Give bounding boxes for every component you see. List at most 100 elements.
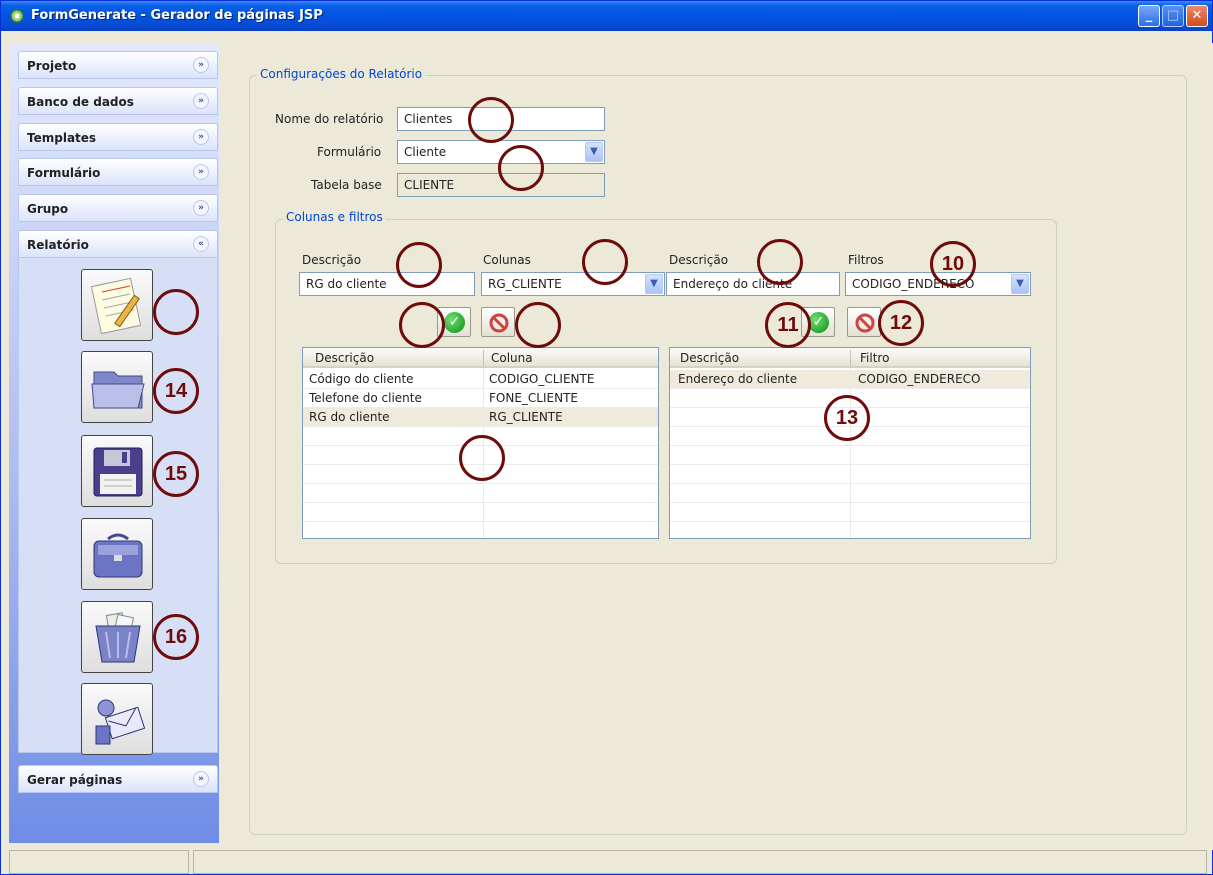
header-separator — [483, 350, 484, 366]
annotation-16: 16 — [153, 614, 199, 660]
minimize-icon: _ — [1145, 8, 1153, 23]
table-cell: CODIGO_CLIENTE — [489, 372, 595, 386]
window-title: FormGenerate - Gerador de páginas JSP — [31, 8, 323, 23]
annotation-15: 15 — [153, 451, 199, 497]
annotation-11: 11 — [765, 302, 811, 348]
chevron-down-icon[interactable]: ▼ — [585, 142, 603, 162]
gear-icon — [10, 9, 24, 23]
filter-desc-input[interactable]: Endereço do cliente — [666, 272, 840, 296]
close-icon: ✕ — [1191, 8, 1203, 23]
chevron-down-icon[interactable]: » — [193, 200, 209, 216]
form-select-value: Cliente — [404, 145, 447, 159]
annotation-circle — [582, 239, 628, 285]
column-header-descricao[interactable]: Descrição — [680, 351, 739, 365]
panel-banco-de-dados[interactable]: Banco de dados » — [18, 87, 218, 115]
floppy-save-icon — [93, 447, 143, 497]
close-button[interactable]: ✕ — [1186, 5, 1208, 27]
column-header-coluna[interactable]: Coluna — [491, 351, 533, 365]
folder-open-icon — [91, 371, 145, 409]
table-cell: RG do cliente — [309, 410, 390, 424]
main-panel: Configurações do Relatório Nome do relat… — [225, 43, 1213, 850]
filters-label: Filtros — [848, 253, 884, 267]
panel-label: Templates — [27, 131, 97, 145]
annotation-10: 10 — [930, 241, 976, 287]
table-cell: Telefone do cliente — [309, 391, 422, 405]
annotation-circle — [515, 302, 561, 348]
panel-label: Grupo — [27, 202, 69, 216]
table-row[interactable] — [670, 484, 1030, 503]
chevron-up-icon[interactable]: « — [193, 236, 209, 252]
table-cell: FONE_CLIENTE — [489, 391, 578, 405]
panel-formulario[interactable]: Formulário » — [18, 158, 218, 186]
briefcase-button[interactable] — [81, 518, 153, 590]
briefcase-icon — [93, 533, 143, 578]
table-row[interactable]: Endereço do cliente CODIGO_ENDERECO — [670, 370, 1030, 389]
table-row[interactable]: Telefone do cliente FONE_CLIENTE — [303, 389, 658, 408]
columns-label: Colunas — [483, 253, 531, 267]
envelope-send-icon — [95, 699, 146, 745]
maximize-icon: □ — [1166, 8, 1180, 23]
panel-relatorio[interactable]: Relatório « — [18, 230, 218, 258]
annotation-12: 12 — [878, 300, 924, 346]
remove-column-button[interactable] — [481, 307, 515, 337]
columns-select[interactable]: RG_CLIENTE ▼ — [481, 272, 665, 296]
check-icon: ✓ — [444, 312, 465, 333]
form-label: Formulário — [317, 145, 382, 159]
delete-report-button[interactable] — [81, 601, 153, 673]
panel-templates[interactable]: Templates » — [18, 123, 218, 151]
table-cell: Endereço do cliente — [678, 372, 798, 386]
panel-label: Relatório — [27, 238, 89, 252]
chevron-down-icon[interactable]: » — [193, 129, 209, 145]
table-row[interactable] — [670, 465, 1030, 484]
panel-grupo[interactable]: Grupo » — [18, 194, 218, 222]
annotation-circle — [399, 302, 445, 348]
table-row[interactable] — [670, 522, 1030, 538]
chevron-down-icon[interactable]: ▼ — [645, 274, 663, 294]
check-icon: ✓ — [808, 312, 829, 333]
chevron-down-icon[interactable]: » — [193, 93, 209, 109]
filters-table[interactable]: Descrição Filtro Endereço do cliente COD… — [669, 347, 1031, 539]
maximize-button[interactable]: □ — [1162, 5, 1184, 27]
column-header-descricao[interactable]: Descrição — [315, 351, 374, 365]
minimize-button[interactable]: _ — [1138, 5, 1160, 27]
columns-table-header: Descrição Coluna — [303, 348, 658, 368]
send-report-button[interactable] — [81, 683, 153, 755]
table-row[interactable] — [303, 522, 658, 538]
filter-desc-label: Descrição — [669, 253, 729, 267]
table-row[interactable]: Código do cliente CODIGO_CLIENTE — [303, 370, 658, 389]
annotation-13: 13 — [824, 395, 870, 441]
column-header-filtro[interactable]: Filtro — [860, 351, 889, 365]
table-cell: Código do cliente — [309, 372, 414, 386]
table-cell: CODIGO_ENDERECO — [858, 372, 981, 386]
chevron-down-icon[interactable]: » — [193, 771, 209, 787]
table-row[interactable]: RG do cliente RG_CLIENTE — [303, 408, 658, 427]
panel-gerar-paginas[interactable]: Gerar páginas » — [18, 765, 218, 793]
panel-projeto[interactable]: Projeto » — [18, 51, 218, 79]
chevron-down-icon[interactable]: ▼ — [1011, 274, 1029, 294]
chevron-down-icon[interactable]: » — [193, 164, 209, 180]
sidebar: Projeto » Banco de dados » Templates » F… — [9, 43, 219, 843]
remove-filter-button[interactable] — [847, 307, 881, 337]
column-desc-value: RG do cliente — [306, 277, 387, 291]
table-row[interactable] — [303, 484, 658, 503]
table-row[interactable] — [670, 446, 1030, 465]
new-report-button[interactable] — [81, 269, 153, 341]
annotation-circle — [459, 435, 505, 481]
base-table-value: CLIENTE — [404, 178, 455, 192]
panel-label: Formulário — [27, 166, 101, 180]
filters-table-header: Descrição Filtro — [670, 348, 1030, 368]
annotation-circle — [498, 145, 544, 191]
save-report-button[interactable] — [81, 435, 153, 507]
chevron-down-icon[interactable]: » — [193, 57, 209, 73]
panel-label: Banco de dados — [27, 95, 134, 109]
table-row[interactable] — [670, 503, 1030, 522]
column-desc-input[interactable]: RG do cliente — [299, 272, 475, 296]
annotation-14: 14 — [153, 368, 199, 414]
open-report-button[interactable] — [81, 351, 153, 423]
table-cell: RG_CLIENTE — [489, 410, 563, 424]
status-bar — [9, 850, 1207, 874]
column-desc-label: Descrição — [302, 253, 362, 267]
report-name-label: Nome do relatório — [275, 112, 384, 126]
table-row[interactable] — [303, 503, 658, 522]
app-window: FormGenerate - Gerador de páginas JSP _ … — [0, 0, 1213, 875]
